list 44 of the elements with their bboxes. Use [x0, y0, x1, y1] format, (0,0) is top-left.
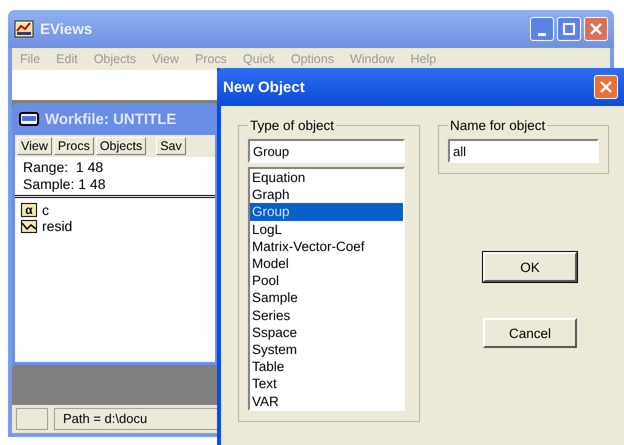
chart-icon [14, 19, 34, 39]
list-item[interactable]: Group [250, 203, 403, 221]
list-item[interactable]: LogL [250, 220, 403, 238]
minimize-icon [538, 32, 546, 36]
minimize-button[interactable] [530, 17, 554, 41]
name-field[interactable]: all [448, 139, 599, 163]
object-name[interactable]: c [42, 202, 49, 218]
sample-text: Sample: 1 48 [23, 176, 106, 193]
toolbar-button[interactable]: Sav [156, 137, 186, 155]
close-icon [590, 23, 602, 35]
close-button[interactable] [594, 75, 618, 99]
list-item[interactable]: Series [250, 306, 403, 324]
type-field[interactable]: Group [248, 139, 405, 163]
list-item[interactable]: Equation [250, 169, 403, 186]
group-label: Name for object [449, 118, 546, 133]
list-item[interactable]: Text [250, 375, 403, 393]
list-item[interactable]: System [250, 341, 403, 358]
list-item[interactable]: Sspace [250, 324, 403, 342]
range-text: Range: 1 48 [23, 159, 104, 176]
toolbar-button[interactable]: Procs [54, 137, 94, 155]
cancel-button[interactable]: Cancel [483, 318, 577, 348]
toolbar-button[interactable]: Objects [96, 137, 146, 155]
close-button[interactable] [584, 17, 608, 41]
list-item[interactable]: Pool [250, 272, 403, 290]
series-icon [21, 220, 37, 232]
window-title: Workfile: UNTITLE [45, 110, 176, 128]
toolbar-button[interactable]: View [17, 137, 52, 155]
maximize-button[interactable] [557, 17, 581, 41]
window-icon [19, 112, 39, 126]
status-panel [16, 408, 48, 430]
coefficient-icon: α [21, 203, 37, 217]
ok-button[interactable]: OK [483, 252, 577, 282]
list-item[interactable]: Table [250, 358, 403, 376]
group-label: Type of object [249, 118, 336, 133]
dialog-title: New Object [223, 78, 306, 96]
list-item[interactable]: Graph [250, 186, 403, 204]
list-item[interactable]: VAR [250, 392, 403, 410]
close-icon [600, 81, 612, 93]
list-item[interactable]: Model [250, 255, 403, 272]
object-name[interactable]: resid [42, 218, 72, 234]
maximize-icon [563, 23, 575, 35]
list-item[interactable]: Matrix-Vector-Coef [250, 238, 403, 256]
window-title: EViews [40, 20, 94, 38]
list-item[interactable]: Sample [250, 289, 403, 307]
